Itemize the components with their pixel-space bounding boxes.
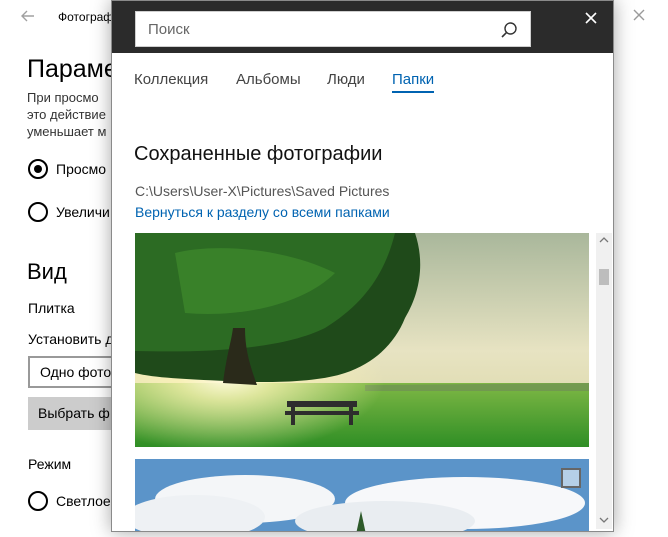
photo-thumbnail[interactable] (135, 459, 589, 531)
view-section-heading: Вид (27, 259, 67, 284)
scroll-thumb[interactable] (599, 269, 609, 285)
search-icon[interactable] (500, 21, 518, 39)
back-arrow-icon[interactable] (20, 8, 40, 28)
tile-label: Плитка (28, 300, 75, 316)
search-input[interactable] (136, 12, 476, 46)
tile-select-value: Одно фото (40, 364, 112, 380)
radio-zoom-option[interactable] (28, 202, 48, 222)
close-icon[interactable] (632, 8, 648, 26)
description-line: При просмо (27, 90, 99, 105)
description-line: это действие (27, 107, 106, 122)
radio-view-option[interactable] (28, 159, 48, 179)
tab-collection[interactable]: Коллекция (134, 71, 208, 91)
tab-people[interactable]: Люди (327, 71, 365, 91)
tab-albums[interactable]: Альбомы (236, 71, 301, 91)
description-line: уменьшает м (27, 124, 107, 139)
window-title: Фотограф (58, 10, 114, 24)
radio-light-mode[interactable] (28, 491, 48, 511)
tree-meadow-photo-icon (135, 233, 589, 447)
mode-label: Режим (28, 456, 72, 472)
close-icon[interactable] (582, 11, 600, 31)
radio-zoom-option-label: Увеличи (56, 204, 110, 220)
set-label: Установить д (28, 331, 114, 347)
scroll-down-icon[interactable] (599, 515, 609, 525)
photo-thumbnail[interactable] (135, 233, 589, 447)
folder-flyout: Коллекция Альбомы Люди Папки Сохраненные… (111, 0, 614, 532)
radio-view-option-label: Просмо (56, 161, 107, 177)
search-box[interactable] (135, 11, 531, 47)
scroll-up-icon[interactable] (599, 235, 609, 245)
tab-folders[interactable]: Папки (392, 71, 435, 93)
sky-clouds-photo-icon (135, 459, 589, 531)
radio-light-mode-label: Светлое (56, 493, 111, 509)
scrollbar[interactable] (596, 233, 612, 529)
folder-title: Сохраненные фотографии (134, 143, 383, 165)
choose-photo-button-label: Выбрать ф (38, 405, 110, 421)
select-checkbox[interactable] (561, 468, 581, 488)
flyout-header (112, 1, 613, 53)
folder-path: C:\Users\User-X\Pictures\Saved Pictures (135, 183, 390, 199)
back-to-folders-link[interactable]: Вернуться к разделу со всеми папками (135, 204, 390, 220)
